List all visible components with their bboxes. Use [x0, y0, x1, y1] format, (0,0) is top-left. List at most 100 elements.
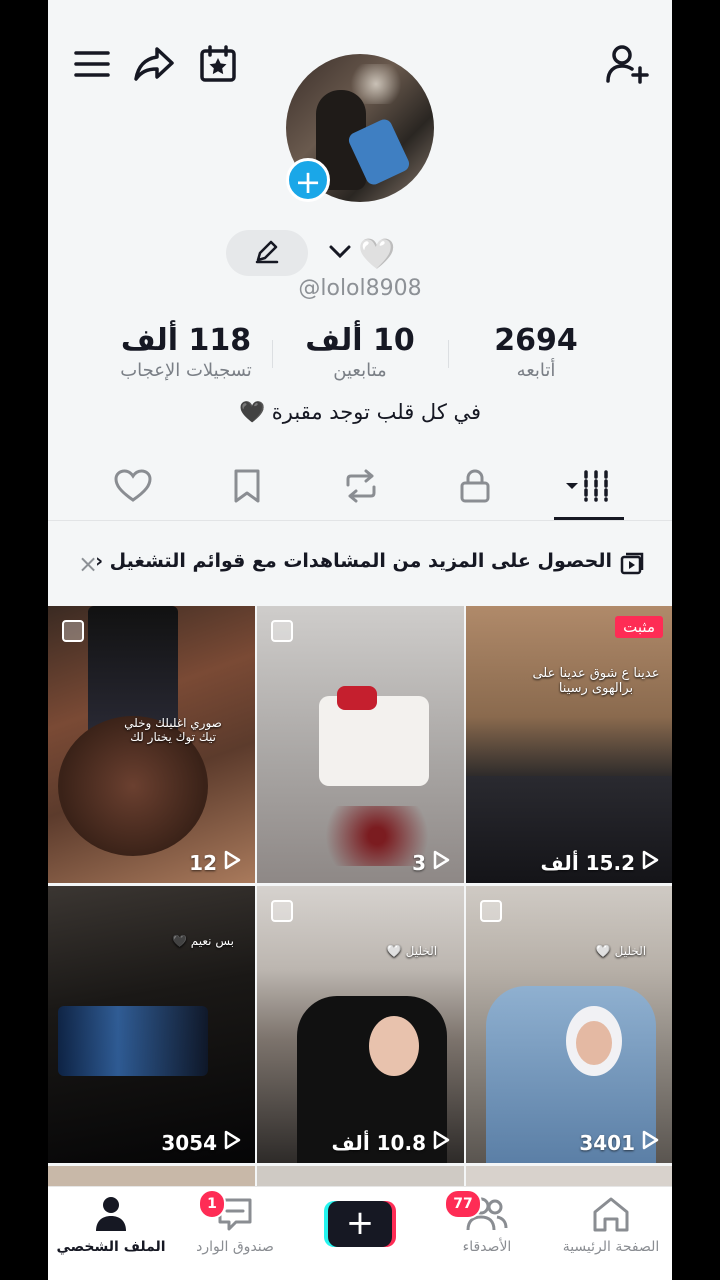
avatar-container: +	[286, 54, 436, 204]
play-icon	[432, 850, 450, 875]
bookmark-icon	[232, 468, 262, 508]
divider	[448, 340, 449, 368]
banner-text: الحصول على المزيد من المشاهدات مع قوائم …	[95, 550, 612, 572]
play-icon	[223, 850, 241, 875]
video-thumbnail[interactable]: بس نعيم 🖤 3054	[48, 886, 255, 1163]
lock-icon	[459, 468, 491, 508]
add-story-button[interactable]: +	[286, 158, 330, 202]
likes-label: تسجيلات الإعجاب	[120, 360, 252, 381]
view-count-text: 3054	[161, 1130, 217, 1155]
nav-profile[interactable]: الملف الشخصي	[56, 1195, 166, 1275]
nav-friends-label: الأصدقاء	[462, 1239, 512, 1255]
following-stat[interactable]: 2694 أتابعه	[446, 322, 626, 382]
bottom-nav: الملف الشخصي صندوق الوارد 1 + الأصدقاء 7…	[48, 1186, 672, 1280]
home-icon	[591, 1197, 631, 1237]
select-checkbox[interactable]	[271, 900, 293, 922]
tab-private[interactable]	[430, 460, 520, 516]
view-count-text: 12	[189, 850, 217, 875]
nav-profile-label: الملف الشخصي	[56, 1239, 166, 1255]
view-count-text: 10.8 ألف	[331, 1130, 426, 1155]
video-thumbnail[interactable]: الخليل 🤍 3401	[466, 886, 672, 1163]
playlist-banner[interactable]: الحصول على المزيد من المشاهدات مع قوائم …	[48, 530, 672, 598]
bio-text: في كل قلب توجد مقبرة 🖤	[238, 400, 482, 424]
cake-shape	[319, 696, 429, 786]
chevron-down-icon	[328, 242, 352, 266]
video-thumbnail[interactable]: صوري اغليلك وخلي تيك توك يختار لك 12	[48, 606, 255, 883]
friends-badge: 77	[444, 1189, 482, 1219]
view-count: 3054	[161, 1130, 241, 1155]
nav-home-label: الصفحة الرئيسية	[562, 1239, 660, 1255]
video-thumbnail[interactable]	[257, 1166, 464, 1186]
video-caption: عدينا ع شوق عدينا على برالهوى رسينا	[532, 666, 660, 696]
select-checkbox[interactable]	[271, 620, 293, 642]
close-icon[interactable]: ×	[78, 550, 98, 578]
play-icon	[641, 1130, 659, 1155]
chat-icon	[216, 1198, 254, 1237]
repost-icon	[342, 469, 380, 507]
divider	[272, 340, 273, 368]
edit-profile-button[interactable]	[226, 230, 308, 276]
view-count: 10.8 ألف	[331, 1130, 450, 1155]
menu-icon[interactable]	[68, 40, 116, 88]
video-thumbnail[interactable]	[48, 1166, 255, 1186]
pencil-icon	[254, 238, 280, 268]
tab-reposts[interactable]	[316, 460, 406, 516]
view-count: 12	[189, 850, 241, 875]
friends-icon	[465, 1197, 509, 1237]
pinned-badge: مثبت	[615, 616, 663, 638]
tab-videos[interactable]	[544, 460, 634, 516]
video-grid: صوري اغليلك وخلي تيك توك يختار لك 12 3 م…	[48, 606, 672, 1186]
video-thumbnail[interactable]: 3	[257, 606, 464, 883]
video-thumbnail[interactable]	[466, 1166, 672, 1186]
view-count: 15.2 ألف	[540, 850, 659, 875]
video-caption: الخليل 🤍	[386, 944, 438, 958]
video-caption: الخليل 🤍	[595, 944, 647, 958]
video-caption: بس نعيم 🖤	[172, 934, 234, 948]
calendar-star-icon[interactable]	[194, 40, 242, 88]
video-caption: صوري اغليلك وخلي تيك توك يختار لك	[124, 716, 222, 744]
followers-stat[interactable]: 10 ألف متابعين	[270, 322, 450, 382]
share-icon[interactable]	[130, 40, 178, 88]
play-icon	[223, 1130, 241, 1155]
face-shape	[369, 1016, 419, 1076]
dashboard-lights	[58, 1006, 208, 1076]
cake-topping	[337, 686, 377, 710]
following-count: 2694	[494, 323, 578, 358]
view-count-text: 3	[412, 850, 426, 875]
profile-screen: + 🤍 @lolol8908 2694 أتابعه 10 ألف متابعي…	[48, 0, 672, 1280]
video-thumbnail[interactable]: الخليل 🤍 10.8 ألف	[257, 886, 464, 1163]
play-icon	[432, 1130, 450, 1155]
plus-icon: +	[328, 1201, 392, 1247]
stats-row: 2694 أتابعه 10 ألف متابعين 118 ألف تسجيل…	[48, 322, 672, 386]
followers-label: متابعين	[333, 360, 387, 381]
face-shape	[576, 1021, 612, 1065]
heart-outline-icon	[114, 469, 152, 507]
profile-name[interactable]: 🤍	[328, 236, 395, 272]
view-count: 3401	[579, 1130, 659, 1155]
view-count-text: 15.2 ألف	[540, 850, 635, 875]
username: @lolol8908	[298, 276, 422, 301]
inbox-badge: 1	[198, 1189, 226, 1219]
likes-stat[interactable]: 118 ألف تسجيلات الإعجاب	[96, 322, 276, 382]
grid-icon	[564, 469, 614, 507]
view-count-text: 3401	[579, 1130, 635, 1155]
add-user-icon[interactable]	[604, 40, 652, 88]
person-icon	[93, 1197, 129, 1237]
active-tab-indicator	[554, 517, 624, 520]
tab-saved[interactable]	[202, 460, 292, 516]
playlist-icon	[620, 552, 644, 580]
view-count: 3	[412, 850, 450, 875]
nav-friends[interactable]: الأصدقاء 77	[432, 1189, 542, 1275]
tab-liked[interactable]	[88, 460, 178, 516]
video-thumbnail[interactable]: مثبت عدينا ع شوق عدينا على برالهوى رسينا…	[466, 606, 672, 883]
nav-inbox-label: صندوق الوارد	[196, 1239, 274, 1255]
select-checkbox[interactable]	[62, 620, 84, 642]
following-label: أتابعه	[516, 360, 556, 381]
select-checkbox[interactable]	[480, 900, 502, 922]
content-tabs	[48, 460, 672, 521]
name-emoji: 🤍	[358, 236, 396, 272]
nav-home[interactable]: الصفحة الرئيسية	[556, 1195, 666, 1275]
likes-count: 118 ألف	[120, 323, 252, 358]
create-button[interactable]: +	[324, 1201, 396, 1247]
nav-inbox[interactable]: صندوق الوارد 1	[180, 1189, 290, 1275]
